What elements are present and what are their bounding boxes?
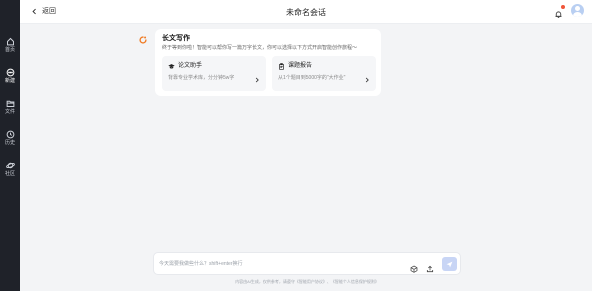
project-report-option[interactable]: 课题报告 从1个题目到5000字的"大作业" [272,56,376,91]
clipboard-icon [279,62,284,70]
send-icon [446,261,453,267]
chevron-right-icon [254,70,260,83]
cube-icon [410,265,418,273]
upload-button[interactable] [426,260,434,273]
sidebar-item-home[interactable]: 首页 [0,30,20,60]
chevron-right-icon [364,70,370,83]
sidebar-item-files[interactable]: 文件 [0,92,20,122]
upload-icon [426,265,434,273]
assistant-logo-icon [138,32,148,44]
cube-button[interactable] [410,260,418,273]
disclaimer-text: 内容由AI生成，仅供参考，请遵守《智能用户协议》、《智能个人信息保护规则》 [235,279,379,284]
sidebar-item-history[interactable]: 历史 [0,123,20,153]
folder-icon [6,100,14,107]
card-title: 长文写作 [162,35,190,42]
thesis-assistant-option[interactable]: 论文助手 背靠专业学术库，分分钟5w字 [162,56,266,91]
sidebar-item-label: 新建 [4,78,15,84]
sidebar-item-label: 历史 [4,140,15,146]
bell-icon [555,11,562,18]
page-title: 未命名会话 [286,8,326,17]
sidebar-item-new[interactable]: 新建 [0,61,20,91]
card-description: 终于等到你啦！智能可以帮你写一篇万字长文，你可以选择以下方式开启智能创作旅程～ [162,45,358,51]
home-icon [6,37,14,46]
chat-input-box [153,252,461,275]
clock-icon [6,130,14,139]
chat-icon [6,68,14,77]
send-button[interactable] [442,257,457,271]
sidebar-item-community[interactable]: 社区 [0,154,20,184]
chat-input[interactable] [159,259,389,269]
notification-button[interactable] [554,5,565,18]
avatar[interactable] [571,4,584,17]
graduation-cap-icon [168,63,175,69]
sidebar-item-label: 首页 [4,47,15,53]
top-bar: 返回 未命名会话 [20,0,592,24]
option-description: 从1个题目到5000字的"大作业" [278,75,346,81]
planet-icon [5,162,15,169]
option-title: 论文助手 [178,63,203,69]
option-title: 课题报告 [288,63,313,69]
sidebar-item-label: 社区 [4,171,15,177]
sidebar-item-label: 文件 [4,109,15,115]
notification-badge [561,5,565,9]
sidebar: 首页 新建 文件 历史 社区 [0,0,20,291]
option-description: 背靠专业学术库，分分钟5w字 [168,75,235,81]
long-writing-card: 长文写作 终于等到你啦！智能可以帮你写一篇万字长文，你可以选择以下方式开启智能创… [155,29,381,96]
